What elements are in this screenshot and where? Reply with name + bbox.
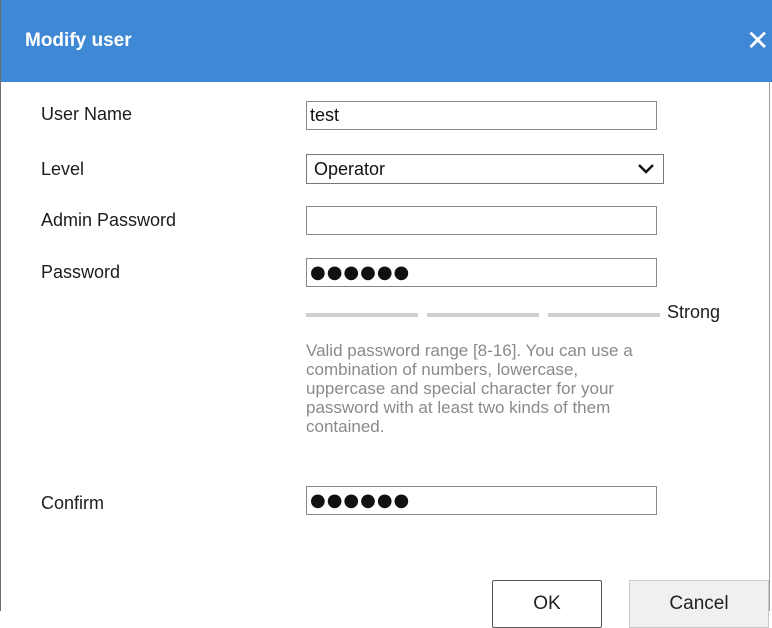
password-strength-label: Strong: [667, 302, 721, 322]
level-select[interactable]: Operator: [306, 154, 664, 184]
confirm-password-input[interactable]: ●●●●●●: [306, 486, 657, 515]
username-input[interactable]: test: [306, 101, 657, 130]
strength-bar-medium: [427, 313, 539, 317]
strength-bar-strong: [548, 313, 660, 317]
close-icon[interactable]: ✕: [746, 26, 772, 56]
chevron-down-icon: [638, 164, 654, 174]
dialog-title: Modify user: [25, 30, 132, 51]
username-label: User Name: [41, 104, 133, 124]
password-label: Password: [41, 262, 121, 282]
level-selected-value: Operator: [314, 159, 386, 179]
ok-button[interactable]: OK: [492, 580, 602, 628]
dialog-titlebar: Modify user ✕: [1, 0, 772, 82]
modify-user-dialog: Modify user ✕ User Name test Level Opera…: [0, 0, 772, 628]
strength-bar-weak: [306, 313, 418, 317]
password-hint: Valid password range [8-16]. You can use…: [306, 341, 633, 436]
level-label: Level: [41, 159, 85, 179]
cancel-button[interactable]: Cancel: [629, 580, 769, 628]
admin-password-input[interactable]: [306, 206, 657, 235]
confirm-label: Confirm: [41, 493, 105, 513]
password-input[interactable]: ●●●●●●: [306, 258, 657, 287]
admin-password-label: Admin Password: [41, 210, 177, 230]
